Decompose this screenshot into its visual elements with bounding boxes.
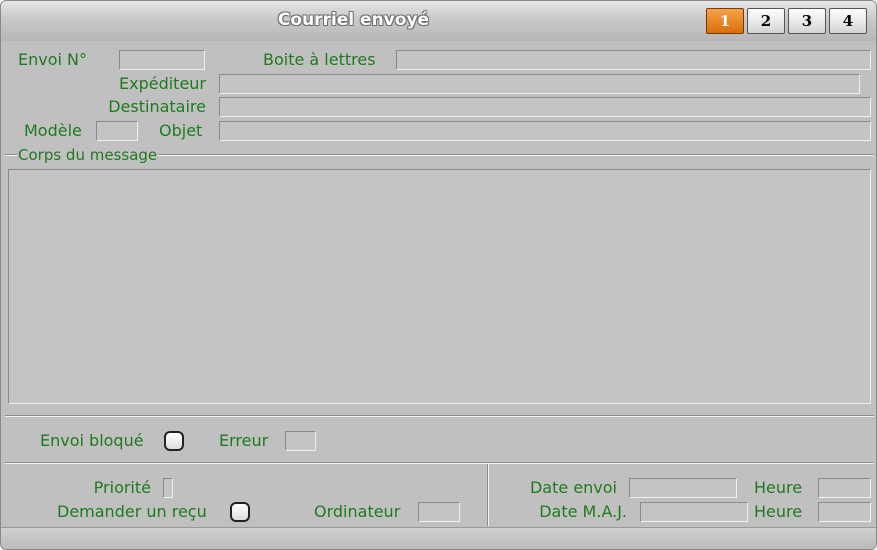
vertical-divider xyxy=(487,464,489,526)
tab-1[interactable]: 1 xyxy=(706,8,744,34)
expediteur-label: Expéditeur xyxy=(118,74,206,93)
objet-label: Objet xyxy=(159,121,203,140)
date-maj-label: Date M.A.J. xyxy=(539,502,627,521)
corps-message-field[interactable] xyxy=(8,169,871,404)
destinataire-field[interactable] xyxy=(219,97,871,117)
objet-field[interactable] xyxy=(219,121,871,141)
heure-maj-label: Heure xyxy=(754,502,803,521)
divider-2 xyxy=(5,462,874,464)
tab-3[interactable]: 3 xyxy=(788,8,826,34)
modele-label: Modèle xyxy=(24,121,82,140)
heure-envoi-field[interactable] xyxy=(818,478,871,498)
tab-2[interactable]: 2 xyxy=(747,8,785,34)
heure-maj-field[interactable] xyxy=(818,502,871,522)
demander-recu-label: Demander un reçu xyxy=(57,502,207,521)
window-title: Courriel envoyé xyxy=(277,10,430,30)
erreur-label: Erreur xyxy=(219,431,269,450)
erreur-field[interactable] xyxy=(285,431,316,451)
corps-message-label: Corps du message xyxy=(17,146,159,164)
priorite-label: Priorité xyxy=(93,478,151,497)
demander-recu-checkbox[interactable] xyxy=(230,502,250,522)
ordinateur-label: Ordinateur xyxy=(314,502,401,521)
date-envoi-field[interactable] xyxy=(629,478,737,498)
boite-lettres-field[interactable] xyxy=(396,50,871,70)
date-envoi-label: Date envoi xyxy=(529,478,617,497)
heure-envoi-label: Heure xyxy=(754,478,803,497)
tab-4[interactable]: 4 xyxy=(829,8,867,34)
expediteur-field[interactable] xyxy=(219,74,860,94)
envoi-bloque-label: Envoi bloqué xyxy=(40,431,144,450)
boite-lettres-label: Boite à lettres xyxy=(263,50,376,69)
title-bar: Courriel envoyé 1 2 3 4 xyxy=(1,1,876,41)
bottom-bar xyxy=(1,527,876,549)
priorite-field[interactable] xyxy=(163,478,173,498)
envoi-no-label: Envoi N° xyxy=(18,50,88,69)
destinataire-label: Destinataire xyxy=(108,97,206,116)
date-maj-field[interactable] xyxy=(640,502,748,522)
modele-field[interactable] xyxy=(96,121,138,141)
envoi-bloque-checkbox[interactable] xyxy=(164,431,184,451)
ordinateur-field[interactable] xyxy=(418,502,460,522)
divider-1 xyxy=(5,415,874,417)
envoi-no-field[interactable] xyxy=(119,50,205,70)
window: Courriel envoyé 1 2 3 4 Envoi N° Boite à… xyxy=(0,0,877,550)
